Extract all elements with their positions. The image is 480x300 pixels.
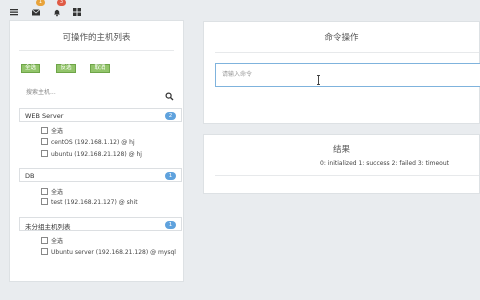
host-label: ubuntu (192.168.21.128) @ hj — [51, 151, 142, 158]
result-panel: 结果 0: initialized 1: success 2: failed 3… — [203, 134, 480, 194]
result-panel-title: 结果 — [332, 145, 350, 155]
command-panel-title: 命令操作 — [324, 33, 359, 43]
checkbox[interactable] — [41, 248, 48, 255]
panel-divider — [215, 52, 479, 53]
host-list-panel: 可操作的主机列表 全选 反选 取消 搜索主机... WEB Server 2 全… — [9, 20, 184, 282]
cancel-selection-button[interactable]: 取消 — [90, 64, 110, 73]
group-count-badge: 1 — [165, 221, 176, 229]
status-legend: 0: initialized 1: success 2: failed 3: t… — [320, 160, 449, 167]
bell-icon[interactable]: 3 — [52, 0, 66, 17]
group-header-ungrouped[interactable]: 未分组主机列表 1 — [19, 217, 182, 231]
host-label: 全选 — [51, 128, 64, 135]
group-name: WEB Server — [25, 112, 64, 120]
group-name: 未分组主机列表 — [25, 223, 71, 231]
checkbox[interactable] — [41, 237, 48, 244]
checkbox[interactable] — [41, 127, 48, 134]
top-navbar: 1 3 — [0, 0, 480, 17]
group-count-badge: 1 — [165, 172, 176, 180]
checkbox[interactable] — [41, 150, 48, 157]
host-list-title: 可操作的主机列表 — [62, 33, 131, 43]
command-placeholder: 请输入命令 — [222, 71, 253, 78]
host-row[interactable]: Ubuntu server (192.168.21.128) @ mysql — [41, 248, 176, 259]
select-all-button[interactable]: 全选 — [21, 64, 40, 73]
host-row[interactable]: ubuntu (192.168.21.128) @ hj — [41, 150, 142, 161]
invert-selection-button[interactable]: 反选 — [56, 64, 76, 73]
host-label: Ubuntu server (192.168.21.128) @ mysql — [51, 249, 176, 256]
mail-count-badge: 1 — [36, 0, 45, 6]
host-row-select-all[interactable]: 全选 — [41, 187, 63, 197]
host-label: test (192.168.21.127) @ shit — [51, 199, 138, 206]
host-search-input[interactable]: 搜索主机... — [26, 85, 176, 101]
host-label: 全选 — [51, 238, 64, 245]
checkbox[interactable] — [41, 188, 48, 195]
notification-count-badge: 3 — [57, 0, 66, 6]
group-header-db[interactable]: DB 1 — [19, 168, 182, 182]
search-placeholder: 搜索主机... — [26, 89, 56, 96]
search-icon[interactable] — [165, 86, 174, 101]
group-count-badge: 2 — [165, 112, 176, 120]
host-label: centOS (192.168.1.12) @ hj — [51, 139, 135, 146]
panel-divider — [215, 175, 479, 176]
group-name: DB — [25, 172, 35, 180]
checkbox[interactable] — [41, 198, 48, 205]
mail-icon[interactable]: 1 — [31, 0, 45, 16]
command-input[interactable]: 请输入命令 — [215, 63, 480, 87]
host-label: 全选 — [51, 189, 64, 196]
text-cursor-icon — [317, 70, 320, 85]
command-panel: 命令操作 请输入命令 — [203, 21, 480, 124]
host-row-select-all[interactable]: 全选 — [41, 236, 63, 246]
host-row[interactable]: test (192.168.21.127) @ shit — [41, 198, 138, 209]
checkbox[interactable] — [41, 138, 48, 145]
menu-icon[interactable] — [9, 2, 19, 16]
grid-icon[interactable] — [72, 2, 82, 16]
host-row[interactable]: centOS (192.168.1.12) @ hj — [41, 138, 135, 149]
group-header-web-server[interactable]: WEB Server 2 — [19, 108, 182, 122]
host-row-select-all[interactable]: 全选 — [41, 126, 63, 136]
panel-divider — [19, 50, 174, 51]
